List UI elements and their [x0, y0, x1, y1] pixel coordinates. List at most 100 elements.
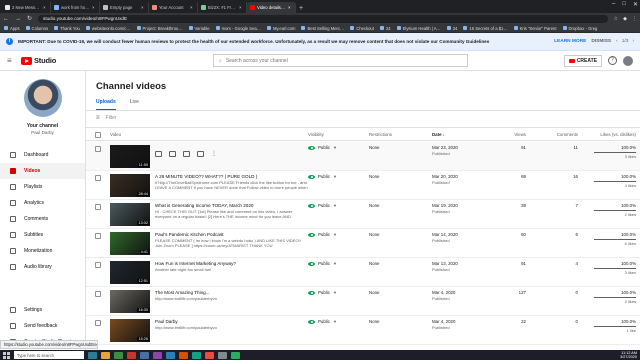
- account-avatar[interactable]: [623, 55, 633, 66]
- video-thumbnail[interactable]: 13:02: [110, 203, 150, 226]
- chevron-down-icon[interactable]: ▼: [333, 290, 337, 295]
- studio-logo[interactable]: Studio: [21, 56, 191, 65]
- search-input[interactable]: [225, 57, 446, 64]
- chevron-right-icon[interactable]: ›: [632, 39, 634, 44]
- video-cell[interactable]: 28:44 A 28 MINUTE VIDEO?? WHAT?? ( PURE G…: [110, 174, 308, 197]
- bookmark-item[interactable]: Checkout: [350, 26, 374, 31]
- visibility-cell[interactable]: Public ▼: [308, 203, 369, 208]
- tab-close-icon[interactable]: ×: [190, 5, 194, 10]
- sidebar-item-subtitles[interactable]: Subtitles: [0, 227, 85, 243]
- video-thumbnail[interactable]: 4:41: [110, 232, 150, 255]
- video-title[interactable]: What is Generating Income TODAY, March 2…: [155, 203, 308, 208]
- video-title[interactable]: Paul Darby: [155, 319, 308, 324]
- taskbar-app-icon[interactable]: [231, 351, 240, 359]
- taskbar-app-icon[interactable]: [179, 351, 188, 359]
- sidebar-item-monetization[interactable]: Monetization: [0, 243, 85, 259]
- new-tab-button[interactable]: +: [296, 5, 306, 12]
- sidebar-item-playlists[interactable]: Playlists: [0, 179, 85, 195]
- bookmark-item[interactable]: Best Selling Merc…: [301, 26, 344, 31]
- bookmark-item[interactable]: mom - Google Sea…: [215, 26, 261, 31]
- table-row[interactable]: 11:59 ⋮ Public ▼ None Mar 23, 2020 Published 91…: [86, 142, 640, 171]
- visibility-cell[interactable]: Public ▼: [308, 261, 369, 266]
- tab-close-icon[interactable]: ×: [288, 5, 292, 10]
- tab-close-icon[interactable]: ×: [92, 5, 96, 10]
- youtube-play-icon[interactable]: [197, 151, 204, 157]
- sidebar-item-comments[interactable]: Comments: [0, 211, 85, 227]
- search-box[interactable]: ⌕: [213, 54, 468, 67]
- more-options-icon[interactable]: ⋮: [211, 151, 217, 157]
- bookmark-item[interactable]: Kris "Senior" Parent: [513, 26, 557, 31]
- sidebar-item-send-feedback[interactable]: Send feedback: [0, 318, 86, 334]
- channel-avatar[interactable]: [23, 79, 62, 117]
- video-cell[interactable]: 16:30 The Most Amazing Thing... http://www…: [110, 290, 308, 313]
- video-title[interactable]: The Most Amazing Thing...: [155, 290, 308, 295]
- select-all-checkbox[interactable]: [86, 131, 110, 138]
- row-checkbox[interactable]: [86, 203, 110, 210]
- bookmark-item[interactable]: My.earl.com: [266, 26, 295, 31]
- taskbar-app-icon[interactable]: [205, 351, 214, 359]
- row-checkbox[interactable]: [86, 261, 110, 268]
- row-checkbox[interactable]: [86, 174, 110, 181]
- browser-tab[interactable]: Empty page ×: [100, 2, 149, 13]
- video-cell[interactable]: 13:02 What is Generating Income TODAY, Ma…: [110, 203, 308, 226]
- video-thumbnail[interactable]: 16:30: [110, 290, 150, 313]
- bookmark-item[interactable]: 15 Secrets of a $1…: [463, 26, 508, 31]
- visibility-cell[interactable]: Public ▼: [308, 290, 369, 295]
- taskbar-app-icon[interactable]: [192, 351, 201, 359]
- row-checkbox[interactable]: [86, 290, 110, 297]
- tab-close-icon[interactable]: ×: [43, 5, 47, 10]
- tab-close-icon[interactable]: ×: [239, 5, 243, 10]
- sidebar-item-analytics[interactable]: Analytics: [0, 195, 85, 211]
- video-cell[interactable]: 11:59 ⋮: [110, 145, 308, 168]
- create-button[interactable]: CREATE: [563, 54, 602, 67]
- visibility-cell[interactable]: Public ▼: [308, 174, 369, 179]
- header-likes[interactable]: Likes (vs. dislikes): [584, 132, 640, 137]
- row-checkbox[interactable]: [86, 145, 110, 152]
- video-thumbnail[interactable]: 11:59: [110, 145, 150, 168]
- help-icon[interactable]: ?: [608, 56, 617, 65]
- chevron-down-icon[interactable]: ▼: [333, 203, 337, 208]
- browser-tab[interactable]: 2 New Messages ×: [2, 2, 51, 13]
- browser-tab[interactable]: work from home ×: [51, 2, 100, 13]
- analytics-icon[interactable]: [169, 151, 176, 157]
- bookmark-item[interactable]: Dropbox - Greg: [562, 26, 597, 31]
- table-row[interactable]: 15:26 Paul Darby http://www.tm6lifr.com/pa…: [86, 316, 640, 345]
- bookmark-item[interactable]: Thank You: [54, 26, 80, 31]
- bookmark-star-icon[interactable]: ☆: [614, 16, 618, 22]
- bookmark-item[interactable]: 24: [446, 26, 457, 31]
- taskbar-app-icon[interactable]: [153, 351, 162, 359]
- table-row[interactable]: 4:41 Paul's Pandemic Kitchen Podcast PLEAS…: [86, 229, 640, 258]
- sidebar-item-audio-library[interactable]: Audio library: [0, 259, 85, 275]
- bookmark-item[interactable]: Variable: [188, 26, 210, 31]
- chevron-down-icon[interactable]: ▼: [333, 232, 337, 237]
- filter-icon[interactable]: ≡: [96, 115, 100, 121]
- table-row[interactable]: 12:51 How Fun is Internet Marketing Anywa…: [86, 258, 640, 287]
- video-title[interactable]: How Fun is Internet Marketing Anyway?: [155, 261, 308, 266]
- learn-more-link[interactable]: LEARN MORE: [554, 39, 586, 44]
- reload-icon[interactable]: ↻: [27, 15, 32, 22]
- video-thumbnail[interactable]: 28:44: [110, 174, 150, 197]
- browser-tab[interactable]: Your Account ×: [149, 2, 198, 13]
- taskbar-search[interactable]: Type here to search: [14, 351, 84, 359]
- video-thumbnail[interactable]: 12:51: [110, 261, 150, 284]
- taskbar-clock[interactable]: 11:12 AM 3/27/2020: [620, 351, 637, 360]
- chevron-down-icon[interactable]: ▼: [333, 174, 337, 179]
- header-views[interactable]: Views: [484, 132, 532, 137]
- row-checkbox[interactable]: [86, 319, 110, 326]
- table-row[interactable]: 16:30 The Most Amazing Thing... http://www…: [86, 287, 640, 316]
- hamburger-menu-icon[interactable]: ≡: [7, 56, 21, 65]
- taskbar-app-icon[interactable]: [114, 351, 123, 359]
- comments-icon[interactable]: [183, 151, 190, 157]
- taskbar-app-icon[interactable]: [88, 351, 97, 359]
- windows-start-icon[interactable]: [3, 351, 10, 359]
- browser-tab[interactable]: Video details - YouTube Studio×: [247, 2, 296, 13]
- dismiss-button[interactable]: DISMISS: [591, 39, 611, 44]
- forward-icon[interactable]: →: [15, 16, 21, 22]
- header-visibility[interactable]: Visibility: [308, 132, 369, 137]
- visibility-cell[interactable]: Public ▼: [308, 232, 369, 237]
- maximize-icon[interactable]: □: [622, 1, 626, 8]
- taskbar-app-icon[interactable]: [218, 351, 227, 359]
- header-date[interactable]: Date ↓: [432, 132, 484, 137]
- extensions-icon[interactable]: ◆: [623, 16, 627, 22]
- minimize-icon[interactable]: –: [612, 1, 615, 8]
